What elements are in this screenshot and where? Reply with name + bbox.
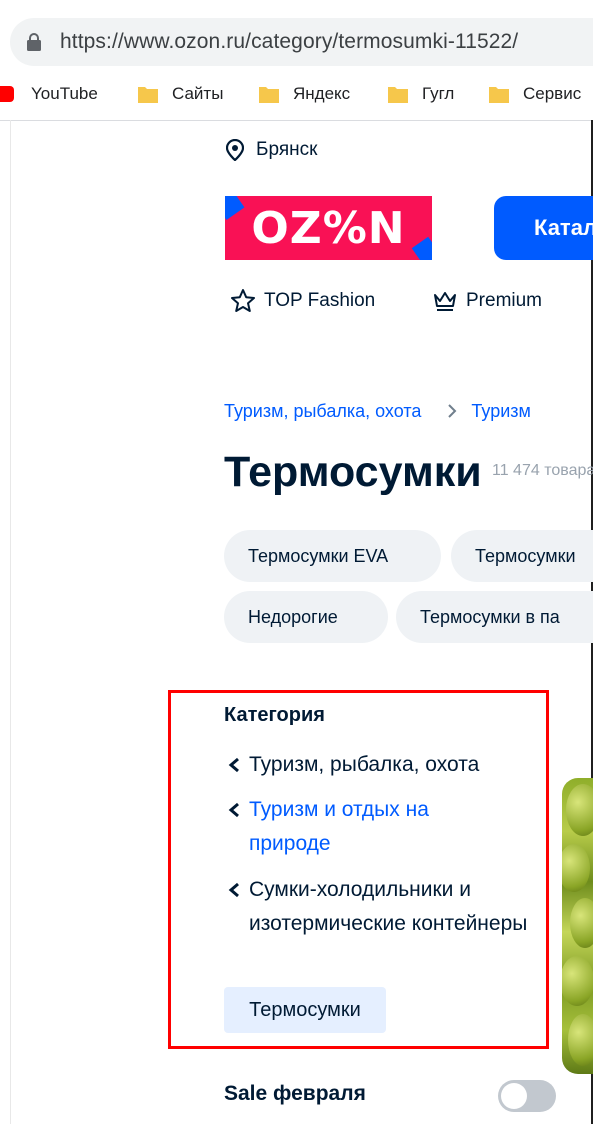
bookmark-label: YouTube [31,84,98,103]
category-parent-tourism-fishing[interactable]: Туризм, рыбалка, охота [228,748,528,782]
pear-shape [562,844,590,892]
chevron-left-icon [228,757,239,773]
bookmark-label: Сайты [172,84,224,103]
chip-termosumki[interactable]: Термосумки [451,530,593,582]
category-current[interactable]: Термосумки [224,987,386,1033]
chip-cheap[interactable]: Недорогие [224,591,388,643]
chip-eva[interactable]: Термосумки EVA [224,530,441,582]
pear-shape [566,784,593,836]
location-selector[interactable]: Брянск [226,136,317,164]
viewport-left-edge [10,120,11,1124]
bookmark-label: Гугл [422,84,455,103]
toggle-knob [501,1083,527,1109]
pear-shape [570,898,593,948]
chevron-right-icon [447,403,457,419]
youtube-icon [0,86,14,102]
folder-icon [388,87,408,103]
bookmark-sites[interactable]: Сайты [138,81,223,107]
crown-icon [434,292,456,311]
category-label: Туризм и отдых на природе [249,798,429,855]
catalog-button[interactable]: Каталог [494,196,593,260]
bookmark-label: Яндекс [293,84,351,103]
nav-premium[interactable]: Premium [432,286,542,316]
breadcrumb: Туризм, рыбалка, охота Туризм [224,398,531,424]
pear-shape [568,1014,593,1066]
product-image[interactable] [562,778,593,1074]
category-parent-tourism-outdoor[interactable]: Туризм и отдых на природе [228,793,488,861]
logo-text: OZ%N [251,202,406,254]
bookmark-youtube[interactable]: YouTube [0,81,98,107]
breadcrumb-item[interactable]: Туризм, рыбалка, охота [224,401,421,422]
breadcrumb-item[interactable]: Туризм [471,401,530,422]
page-title: Термосумки [224,448,482,496]
nav-label: Premium [466,290,543,311]
catalog-label: Каталог [534,215,593,240]
filter-category-heading: Категория [224,704,325,726]
bookmark-google[interactable]: Гугл [388,81,454,107]
folder-icon [259,87,279,103]
category-label: Туризм, рыбалка, охота [249,753,480,776]
lock-icon [27,33,41,51]
sale-toggle[interactable] [498,1080,556,1112]
bookmark-yandex[interactable]: Яндекс [259,81,350,107]
bookmark-label: Сервис [523,84,582,103]
pear-shape [562,956,593,1006]
bookmark-services[interactable]: Сервис [489,81,581,107]
star-icon [231,289,255,312]
nav-top-fashion[interactable]: TOP Fashion [230,286,375,316]
sale-filter-label: Sale февраля [224,1082,366,1105]
category-parent-cooler-bags[interactable]: Сумки-холодильники и изотермические конт… [228,873,528,941]
chevron-left-icon [228,802,239,818]
address-bar[interactable]: https://www.ozon.ru/category/termosumki-… [10,18,593,66]
category-label: Сумки-холодильники и изотермические конт… [249,878,528,935]
product-count: 11 474 товара [492,462,593,479]
location-pin-icon [226,139,244,161]
ozon-logo[interactable]: OZ%N [225,196,432,260]
location-city: Брянск [256,139,318,160]
folder-icon [138,87,158,103]
chevron-left-icon [228,882,239,898]
folder-icon [489,87,509,103]
url-text[interactable]: https://www.ozon.ru/category/termosumki-… [60,30,518,54]
chip-termosumki-package[interactable]: Термосумки в па [396,591,593,643]
nav-label: TOP Fashion [264,290,376,311]
bookmarks-bar: YouTube Сайты Яндекс Гугл Сервис [0,68,593,121]
